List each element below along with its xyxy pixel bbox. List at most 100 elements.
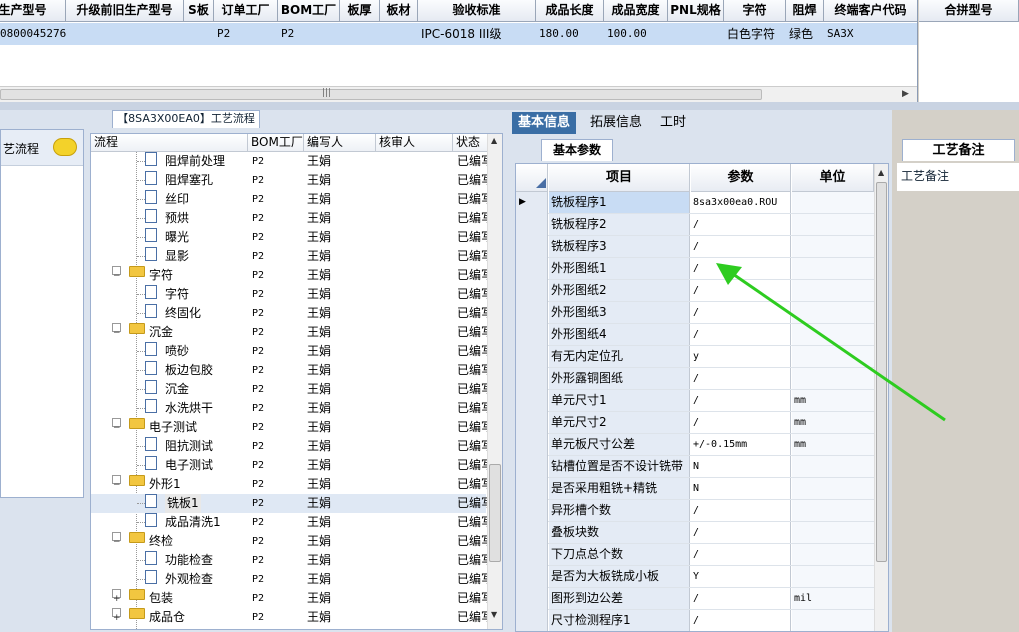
tree-column-header[interactable]: BOM工厂 xyxy=(248,134,304,152)
tree-row[interactable]: − 电子测试 P2 王娟 已编写 xyxy=(91,418,491,437)
scroll-up-icon[interactable]: ▲ xyxy=(491,136,497,145)
tree-row[interactable]: − 终检 P2 王娟 已编写 xyxy=(91,532,491,551)
param-value[interactable]: N xyxy=(691,456,791,477)
column-header[interactable]: 订单工厂 xyxy=(214,0,278,22)
scroll-thumb[interactable] xyxy=(489,464,501,562)
tree-row[interactable]: 喷砂 P2 王娟 已编写 xyxy=(91,342,491,361)
tree-scrollbar[interactable]: ▲ ▼ xyxy=(487,134,502,629)
horizontal-scrollbar[interactable]: ▶ xyxy=(0,86,917,102)
grid-row[interactable]: 下刀点总个数 / xyxy=(516,544,874,566)
scroll-right-icon[interactable]: ▶ xyxy=(902,89,909,99)
param-value[interactable]: Y xyxy=(691,566,791,587)
grid-column-header[interactable]: 参数 xyxy=(691,164,791,192)
tab-extended-info[interactable]: 拓展信息 xyxy=(584,112,648,134)
grid-row[interactable]: 是否为大板铣成小板 Y xyxy=(516,566,874,588)
tree-row[interactable]: 字符 P2 王娟 已编写 xyxy=(91,285,491,304)
param-value[interactable]: / xyxy=(691,214,791,235)
column-header[interactable]: 验收标准 xyxy=(418,0,536,22)
tab-process-notes[interactable]: 工艺备注 xyxy=(902,139,1015,161)
writer-cell: 王娟 xyxy=(307,420,332,434)
grid-column-header[interactable]: 项目 xyxy=(549,164,690,192)
tree-row[interactable]: 沉金 P2 王娟 已编写 xyxy=(91,380,491,399)
param-value[interactable]: 8sa3x00ea0.ROU xyxy=(691,192,791,213)
document-icon xyxy=(145,361,157,375)
writer-cell: 王娟 xyxy=(307,458,332,472)
grid-row[interactable]: 异形槽个数 / xyxy=(516,500,874,522)
expand-icon[interactable]: + xyxy=(112,608,121,623)
document-icon xyxy=(145,513,157,527)
tree-column-header[interactable]: 编写人 xyxy=(304,134,376,152)
tree-row[interactable]: 功能检查 P2 王娟 已编写 xyxy=(91,551,491,570)
column-header[interactable]: BOM工厂 xyxy=(278,0,340,22)
param-value[interactable]: / xyxy=(691,544,791,565)
tab-basic-info[interactable]: 基本信息 xyxy=(512,112,577,134)
tree-row[interactable]: 水洗烘干 P2 王娟 已编写 xyxy=(91,399,491,418)
tree-row[interactable]: 阻焊前处理 P2 王娟 已编写 xyxy=(91,152,491,171)
tree-row[interactable]: 曝光 P2 王娟 已编写 xyxy=(91,228,491,247)
column-header[interactable]: 成品长度 xyxy=(536,0,604,22)
tree-row[interactable]: + 成品仓 P2 王娟 已编写 xyxy=(91,608,491,627)
collapse-icon[interactable]: − xyxy=(112,323,121,338)
tree-row[interactable]: 阻焊塞孔 P2 王娟 已编写 xyxy=(91,171,491,190)
grid-row[interactable]: 单元板尺寸公差 +/-0.15mm mm xyxy=(516,434,874,456)
column-header[interactable]: 板厚 xyxy=(340,0,380,22)
column-header[interactable]: 字符 xyxy=(724,0,786,22)
bom-factory-cell: P2 xyxy=(252,422,265,433)
param-unit xyxy=(792,522,874,543)
tab-basic-params[interactable]: 基本参数 xyxy=(541,139,613,161)
param-value[interactable]: N xyxy=(691,478,791,499)
scroll-up-icon[interactable]: ▲ xyxy=(878,168,884,177)
tree-row[interactable]: + 包装 P2 王娟 已编写 xyxy=(91,589,491,608)
grid-row[interactable]: 铣板程序2/ xyxy=(516,214,874,236)
param-value[interactable]: / xyxy=(691,500,791,521)
column-header[interactable]: 成品宽度 xyxy=(604,0,668,22)
tree-row[interactable]: 终固化 P2 王娟 已编写 xyxy=(91,304,491,323)
column-header[interactable]: 板材 xyxy=(380,0,418,22)
tree-row[interactable]: 成品清洗1 P2 王娟 已编写 xyxy=(91,513,491,532)
expand-icon[interactable]: + xyxy=(112,589,121,604)
tree-row[interactable]: 阻抗测试 P2 王娟 已编写 xyxy=(91,437,491,456)
column-header[interactable]: 阻焊 xyxy=(786,0,824,22)
param-value[interactable]: / xyxy=(691,588,791,609)
tree-row[interactable]: − 沉金 P2 王娟 已编写 xyxy=(91,323,491,342)
column-header[interactable]: S板 xyxy=(184,0,214,22)
tree-row[interactable]: 预烘 P2 王娟 已编写 xyxy=(91,209,491,228)
grid-column-header[interactable]: 单位 xyxy=(792,164,874,192)
tab-labor-hours[interactable]: 工时 xyxy=(654,112,692,134)
param-value[interactable]: / xyxy=(691,610,791,631)
grid-row[interactable]: 图形到边公差 / mil xyxy=(516,588,874,610)
table-cell xyxy=(69,23,187,45)
param-value[interactable]: +/-0.15mm xyxy=(691,434,791,455)
writer-cell: 王娟 xyxy=(307,572,332,586)
tree-row[interactable]: − 外形1 P2 王娟 已编写 xyxy=(91,475,491,494)
tree-row[interactable]: 丝印 P2 王娟 已编写 xyxy=(91,190,491,209)
column-header[interactable]: 升级前旧生产型号 xyxy=(66,0,184,22)
tree-row[interactable]: − 字符 P2 王娟 已编写 xyxy=(91,266,491,285)
tree-row[interactable]: 外观检查 P2 王娟 已编写 xyxy=(91,570,491,589)
column-header[interactable]: PNL规格 xyxy=(668,0,724,22)
tree-row[interactable]: 显影 P2 王娟 已编写 xyxy=(91,247,491,266)
grid-row[interactable]: 叠板块数 / xyxy=(516,522,874,544)
tree-row[interactable]: 铣板1 P2 王娟 已编写 xyxy=(91,494,491,513)
column-header[interactable]: 生产型号 xyxy=(0,0,66,22)
collapse-icon[interactable]: − xyxy=(112,475,121,490)
grid-row[interactable]: 是否采用粗铣+精铣 N xyxy=(516,478,874,500)
grid-row[interactable]: 钻槽位置是否不设计铣带 N xyxy=(516,456,874,478)
chat-bubble-icon[interactable] xyxy=(53,138,77,156)
splitter[interactable]: ||| xyxy=(0,88,1019,110)
column-header[interactable]: 终端客户代码 xyxy=(824,0,917,22)
tree-row[interactable]: 电子测试 P2 王娟 已编写 xyxy=(91,456,491,475)
collapse-icon[interactable]: − xyxy=(112,266,121,281)
grid-row[interactable]: ▶ 铣板程序1 8sa3x00ea0.ROU xyxy=(516,192,874,214)
writer-cell: 王娟 xyxy=(307,534,332,548)
tree-row[interactable]: 板边包胶 P2 王娟 已编写 xyxy=(91,361,491,380)
param-value[interactable]: / xyxy=(691,522,791,543)
tree-column-header[interactable]: 核审人 xyxy=(376,134,453,152)
tree-column-header[interactable]: 流程 xyxy=(91,134,248,152)
collapse-icon[interactable]: − xyxy=(112,418,121,433)
scroll-thumb[interactable] xyxy=(0,89,762,100)
param-value[interactable]: / xyxy=(691,236,791,257)
collapse-icon[interactable]: − xyxy=(112,532,121,547)
grid-row[interactable]: 尺寸检测程序1/ xyxy=(516,610,874,631)
scroll-down-icon[interactable]: ▼ xyxy=(491,610,497,619)
